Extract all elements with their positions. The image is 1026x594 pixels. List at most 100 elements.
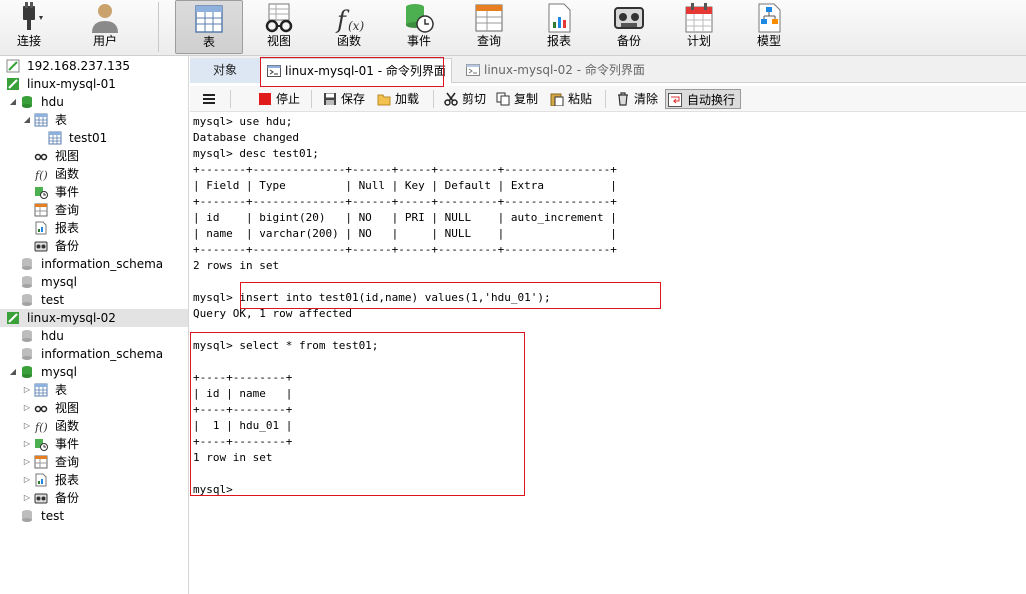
expand-arrow-icon[interactable]: ▷ — [22, 417, 32, 435]
expand-arrow-icon[interactable]: ▷ — [22, 435, 32, 453]
backup-button[interactable]: 备份 — [596, 0, 662, 54]
tree-item[interactable]: test — [0, 507, 188, 525]
cut-button[interactable]: 剪切 — [444, 89, 492, 109]
tree-item[interactable]: test — [0, 291, 188, 309]
console-line: | name | varchar(200) | NO | | NULL | | — [193, 227, 617, 240]
tree-item[interactable]: ◢ hdu — [0, 93, 188, 111]
model-button[interactable]: 模型 — [736, 0, 802, 54]
clear-label: 清除 — [634, 92, 659, 106]
tree-item[interactable]: ▷ 查询 — [0, 453, 188, 471]
expand-arrow-icon[interactable]: ▷ — [22, 471, 32, 489]
report-icon — [34, 473, 48, 487]
tree-item-label: mysql — [41, 275, 77, 289]
hamburger-menu-icon — [203, 94, 215, 104]
console-line: Database changed — [193, 131, 299, 144]
tab-console-02[interactable]: linux-mysql-02 - 命令列界面 — [460, 58, 660, 83]
collapse-arrow-icon[interactable]: ◢ — [8, 93, 18, 111]
user-button[interactable]: 用户 — [72, 0, 138, 54]
tree-item[interactable]: 备份 — [0, 237, 188, 255]
event-button[interactable]: 事件 — [386, 0, 452, 54]
tree-item[interactable]: information_schema — [0, 255, 188, 273]
svg-text:f(): f() — [34, 169, 48, 181]
backup-icon — [34, 239, 48, 253]
menu-button[interactable] — [202, 89, 222, 109]
schedule-label: 计划 — [686, 34, 711, 48]
main-toolbar: 连接 用户 表 视图 f (x) 函数 事件 查询 报表 备份 计划 模型 — [0, 0, 1026, 56]
copy-button[interactable]: 复制 — [496, 89, 544, 109]
query-button[interactable]: 查询 — [456, 0, 522, 54]
tab-console-01[interactable]: linux-mysql-01 - 命令列界面 — [260, 58, 452, 83]
tree-item-label: 视图 — [55, 401, 80, 415]
tree-item[interactable]: information_schema — [0, 345, 188, 363]
expand-arrow-icon[interactable]: ▷ — [22, 453, 32, 471]
tree-item[interactable]: linux-mysql-02 — [0, 309, 188, 327]
expand-arrow-icon[interactable]: ▷ — [22, 399, 32, 417]
tree-item-label: 查询 — [55, 203, 80, 217]
console-line: | id | name | — [193, 387, 293, 400]
tree-item[interactable]: ◢ mysql — [0, 363, 188, 381]
connection-icon — [6, 311, 20, 325]
tree-item-label: 报表 — [55, 473, 80, 487]
backup-icon — [614, 7, 644, 29]
view-icon — [34, 401, 48, 415]
tree-item[interactable]: 192.168.237.135 — [0, 57, 188, 75]
expand-arrow-icon[interactable]: ▷ — [22, 381, 32, 399]
load-button[interactable]: 加载 — [377, 89, 425, 109]
expand-arrow-icon[interactable]: ▷ — [22, 489, 32, 507]
database-icon — [20, 509, 34, 523]
word-wrap-toggle[interactable]: 自动换行 — [665, 89, 741, 109]
tree-item[interactable]: f() 函数 — [0, 165, 188, 183]
tree-item[interactable]: 事件 — [0, 183, 188, 201]
tab-objects[interactable]: 对象 — [190, 58, 260, 83]
tree-item-label: 表 — [55, 113, 68, 127]
tree-item-label: 192.168.237.135 — [27, 59, 131, 73]
collapse-arrow-icon[interactable]: ◢ — [8, 363, 18, 381]
svg-text:(x): (x) — [348, 19, 364, 33]
tree-item-label: 备份 — [55, 239, 80, 253]
stop-button[interactable]: 停止 — [258, 89, 304, 109]
connection-tree[interactable]: 192.168.237.135 linux-mysql-01 ◢ hdu ◢ 表 test0… — [0, 56, 189, 594]
tree-item[interactable]: ▷ f() 函数 — [0, 417, 188, 435]
model-label: 模型 — [756, 34, 781, 48]
table-button[interactable]: 表 — [175, 0, 243, 54]
function-button[interactable]: f (x) 函数 — [316, 0, 382, 54]
table-icon — [195, 5, 223, 33]
paste-label: 粘贴 — [568, 92, 593, 106]
tree-item[interactable]: ▷ 表 — [0, 381, 188, 399]
connect-button[interactable]: 连接 — [0, 0, 58, 54]
event-icon — [406, 4, 434, 33]
tree-item[interactable]: 查询 — [0, 201, 188, 219]
tree-item-label: linux-mysql-02 — [27, 311, 116, 325]
schedule-button[interactable]: 计划 — [666, 0, 732, 54]
tree-item[interactable]: 报表 — [0, 219, 188, 237]
console-line: | 1 | hdu_01 | — [193, 419, 293, 432]
tree-item[interactable]: ▷ 视图 — [0, 399, 188, 417]
stop-icon — [259, 93, 271, 105]
tree-item[interactable]: 视图 — [0, 147, 188, 165]
console-line: +-------+--------------+------+-----+---… — [193, 195, 617, 208]
clear-button[interactable]: 清除 — [616, 89, 664, 109]
terminal-icon — [267, 65, 281, 77]
view-button[interactable]: 视图 — [246, 0, 312, 54]
tree-item-label: mysql — [41, 365, 77, 379]
tree-item[interactable]: linux-mysql-01 — [0, 75, 188, 93]
tree-item[interactable]: hdu — [0, 327, 188, 345]
tree-item[interactable]: ▷ 事件 — [0, 435, 188, 453]
tree-item-label: 函数 — [55, 167, 80, 181]
report-button[interactable]: 报表 — [526, 0, 592, 54]
tree-item-label: 查询 — [55, 455, 80, 469]
console-line: +----+--------+ — [193, 371, 293, 384]
tree-item[interactable]: mysql — [0, 273, 188, 291]
tree-item-label: linux-mysql-01 — [27, 77, 116, 91]
save-button[interactable]: 保存 — [323, 89, 371, 109]
tree-item[interactable]: ◢ 表 — [0, 111, 188, 129]
query-label: 查询 — [476, 34, 501, 48]
console-output[interactable]: mysql> use hdu; Database changed mysql> de… — [190, 112, 1026, 594]
collapse-arrow-icon[interactable]: ◢ — [22, 111, 32, 129]
paste-button[interactable]: 粘贴 — [550, 89, 598, 109]
plug-icon — [23, 2, 43, 30]
tree-item[interactable]: test01 — [0, 129, 188, 147]
copy-label: 复制 — [514, 92, 539, 106]
tree-item[interactable]: ▷ 备份 — [0, 489, 188, 507]
tree-item[interactable]: ▷ 报表 — [0, 471, 188, 489]
